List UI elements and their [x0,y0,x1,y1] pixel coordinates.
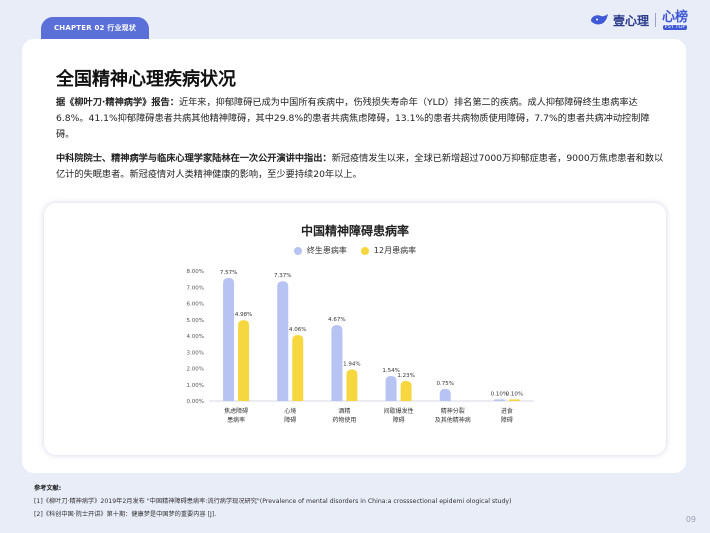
data-label: 1.94% [343,361,360,367]
chapter-tab: CHAPTER 02 行业现状 [41,17,149,39]
brand-sub-tag: PSY TOP [662,23,688,30]
bar-chart: 8.00% 7.00% 6.00% 5.00% 4.00% 3.00% 2.00% 1.00%… [187,269,534,424]
paragraph-lulin: 中科院院士、精神病学与临床心理学家陆林在一次公开演讲中指出：新冠疫情发生以来，全… [56,151,666,183]
y-tick-label: 8.00% [187,269,204,275]
y-tick-label: 0.00% [187,399,204,405]
brand-sub-logo: 心榜 PSY TOP [662,11,688,30]
chart-container: 中国精神障碍患病率 终生患病率 12月患病率 8.00% 7.00% 6.00% 5.… [44,203,666,455]
bar-lifetime [277,281,289,401]
references-title: 参考文献: [34,485,62,492]
y-tick-label: 7.00% [187,285,204,291]
y-tick-label: 3.00% [187,350,204,356]
y-tick-label: 1.00% [187,383,204,389]
brand-sub-name: 心榜 [661,9,688,25]
data-label: 0.75% [437,381,454,387]
y-tick-label: 2.00% [187,367,204,373]
data-label: 4.67% [328,317,345,323]
bar-lifetime [439,388,451,401]
page-title: 全国精神心理疾病状况 [56,69,236,90]
y-tick-label: 6.00% [187,302,204,308]
bar-12month [346,369,358,401]
paragraph-lancet: 据《柳叶刀·精神病学》报告：近年来，抑郁障碍已成为中国所有疾病中，伤残损失寿命年… [56,95,666,143]
reference-item-1: [1]《柳叶刀·精神病学》2019年2月发布 "中国精神障碍患病率:流行病学现况… [34,498,512,505]
bar-12month [292,335,304,401]
bar-lifetime [385,375,397,401]
x-category-label: 酒精药物使用 [332,407,356,424]
references: 参考文献: [1]《柳叶刀·精神病学》2019年2月发布 "中国精神障碍患病率:… [34,482,511,521]
reference-item-2: [2]《科创中国·院士开讲》第十期：健康梦是中国梦的重要内容 [J]. [34,511,217,518]
brand-whale-icon [590,14,608,25]
paragraph-lulin-lead: 中科院院士、精神病学与临床心理学家陆林在一次公开演讲中指出： [56,153,332,164]
data-label: 0.10% [506,391,523,397]
data-label: 4.98% [235,312,252,318]
data-label: 7.57% [220,270,237,276]
data-label: 1.23% [397,373,414,379]
bar-lifetime [223,277,235,401]
bar-lifetime [493,399,505,401]
bar-12month [400,381,412,401]
brand-logo: 壹心理 [589,12,649,29]
x-category-label: 间歇爆发性障碍 [384,407,414,424]
data-label: 4.06% [289,327,306,333]
brand-header: 壹心理 心榜 PSY TOP [589,9,688,31]
bar-12month [238,320,250,401]
bar-lifetime [331,325,343,401]
content-card: 全国精神心理疾病状况 据《柳叶刀·精神病学》报告：近年来，抑郁障碍已成为中国所有… [22,39,686,473]
data-label: 7.37% [274,273,291,279]
x-category-label: 精神分裂及其他精神病 [435,407,471,424]
paragraph-lancet-lead: 据《柳叶刀·精神病学》报告： [56,97,179,108]
page-number: 09 [685,515,696,524]
x-category-label: 心境障碍 [284,407,296,424]
bar-12month [508,399,520,401]
y-tick-label: 5.00% [187,318,204,324]
x-category-label: 进食障碍 [501,407,513,424]
brand-divider [654,13,656,27]
x-category-label: 焦虑障碍患病率 [224,407,248,424]
y-tick-label: 4.00% [187,334,204,340]
brand-name: 壹心理 [612,13,649,28]
